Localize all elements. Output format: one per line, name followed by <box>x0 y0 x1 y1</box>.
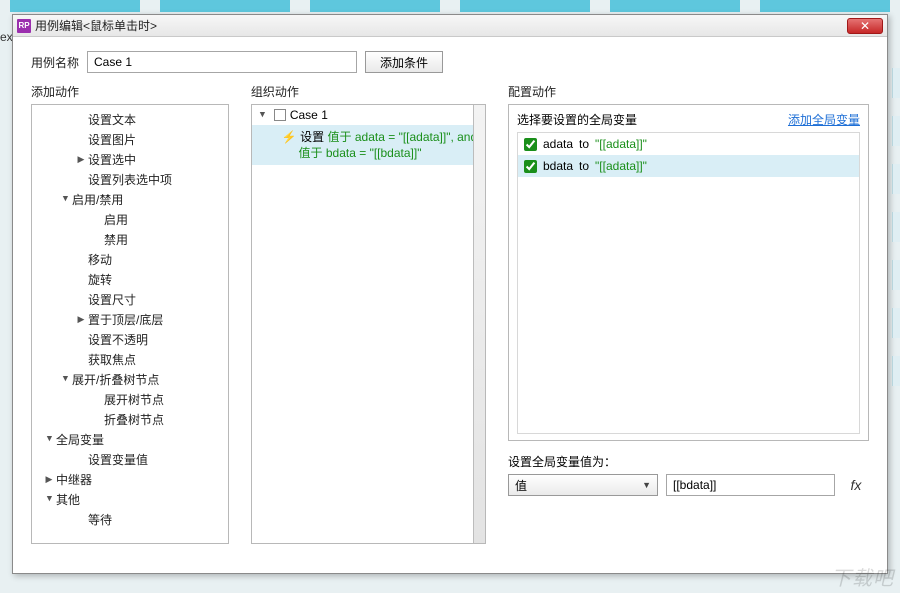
case-name-label: 用例名称 <box>31 54 79 71</box>
value-type-select[interactable]: 值 ▼ <box>508 474 658 496</box>
action-tree-item[interactable]: 设置图片 <box>32 129 228 149</box>
add-condition-button[interactable]: 添加条件 <box>365 51 443 73</box>
action-tree-item[interactable]: 旋转 <box>32 269 228 289</box>
action-tree-item[interactable]: 启用/禁用 <box>32 189 228 209</box>
dialog-window: RP 用例编辑<鼠标单击时> ✕ 用例名称 添加条件 添加动作 设置文本设置图片… <box>12 14 888 574</box>
close-icon: ✕ <box>860 19 870 33</box>
action-line1-a: 值于 <box>328 130 352 144</box>
add-global-var-link[interactable]: 添加全局变量 <box>788 111 860 128</box>
select-vars-label: 选择要设置的全局变量 <box>517 111 788 128</box>
chevron-down-icon: ▼ <box>642 480 651 490</box>
tree-item-label: 中继器 <box>56 471 92 488</box>
app-icon: RP <box>17 19 31 33</box>
var-name: bdata <box>543 159 573 173</box>
chevron-right-icon[interactable] <box>76 154 86 165</box>
action-tree-item[interactable]: 设置变量值 <box>32 449 228 469</box>
tree-item-label: 设置列表选中项 <box>88 171 172 188</box>
action-tree-item[interactable]: 禁用 <box>32 229 228 249</box>
action-tree-item[interactable]: 折叠树节点 <box>32 409 228 429</box>
chevron-right-icon[interactable] <box>76 314 86 325</box>
action-tree-item[interactable]: 设置选中 <box>32 149 228 169</box>
tree-item-label: 设置图片 <box>88 131 136 148</box>
watermark: 下载吧 <box>831 562 894 591</box>
case-name-input[interactable] <box>87 51 357 73</box>
action-line1-b: adata = "[[adata]]", and <box>355 130 477 144</box>
select-value-text: 值 <box>515 477 527 494</box>
action-tree-item[interactable]: 设置文本 <box>32 109 228 129</box>
action-tree-item[interactable]: 设置列表选中项 <box>32 169 228 189</box>
configure-title: 配置动作 <box>508 83 869 100</box>
action-tree-item[interactable]: 移动 <box>32 249 228 269</box>
close-button[interactable]: ✕ <box>847 18 883 34</box>
action-tree-item[interactable]: 中继器 <box>32 469 228 489</box>
tree-item-label: 设置选中 <box>88 151 136 168</box>
chevron-down-icon[interactable] <box>44 434 54 444</box>
tree-item-label: 展开树节点 <box>104 391 164 408</box>
var-list[interactable]: adata to "[[adata]]"bdata to "[[adata]]" <box>518 133 859 433</box>
tree-item-label: 置于顶层/底层 <box>88 311 163 328</box>
var-to: to <box>579 159 589 173</box>
tree-item-label: 启用/禁用 <box>72 191 123 208</box>
tree-item-label: 旋转 <box>88 271 112 288</box>
var-row[interactable]: bdata to "[[adata]]" <box>518 155 859 177</box>
action-tree-item[interactable]: 其他 <box>32 489 228 509</box>
add-actions-title: 添加动作 <box>31 83 229 100</box>
titlebar[interactable]: RP 用例编辑<鼠标单击时> ✕ <box>13 15 887 37</box>
tree-item-label: 折叠树节点 <box>104 411 164 428</box>
action-tree-item[interactable]: 展开/折叠树节点 <box>32 369 228 389</box>
action-tree-item[interactable]: 展开树节点 <box>32 389 228 409</box>
tree-item-label: 展开/折叠树节点 <box>72 371 159 388</box>
var-name: adata <box>543 137 573 151</box>
var-checkbox[interactable] <box>524 160 537 173</box>
tree-item-label: 移动 <box>88 251 112 268</box>
organize-title: 组织动作 <box>251 83 486 100</box>
tree-item-label: 全局变量 <box>56 431 104 448</box>
chevron-right-icon[interactable] <box>44 474 54 485</box>
var-to: to <box>579 137 589 151</box>
action-tree-item[interactable]: 全局变量 <box>32 429 228 449</box>
window-title: 用例编辑<鼠标单击时> <box>35 17 843 34</box>
chevron-down-icon[interactable] <box>44 494 54 504</box>
tree-item-label: 其他 <box>56 491 80 508</box>
tree-item-label: 等待 <box>88 511 112 528</box>
var-expr: "[[adata]]" <box>595 137 647 151</box>
action-tree-item[interactable]: 设置尺寸 <box>32 289 228 309</box>
bolt-icon: ⚡ <box>282 130 297 144</box>
tree-item-label: 设置尺寸 <box>88 291 136 308</box>
fx-button[interactable]: fx <box>843 477 869 493</box>
case-label: Case 1 <box>290 108 328 122</box>
set-value-label: 设置全局变量值为： <box>508 453 869 470</box>
case-row[interactable]: Case 1 <box>252 105 485 125</box>
tree-item-label: 禁用 <box>104 231 128 248</box>
action-tree-item[interactable]: 设置不透明 <box>32 329 228 349</box>
action-tree-item[interactable]: 置于顶层/底层 <box>32 309 228 329</box>
var-expr: "[[adata]]" <box>595 159 647 173</box>
tree-item-label: 设置变量值 <box>88 451 148 468</box>
case-name-row: 用例名称 添加条件 <box>31 51 869 73</box>
chevron-down-icon <box>258 110 268 120</box>
organize-scrollbar[interactable] <box>473 105 485 543</box>
action-line2-a: 值于 <box>299 146 323 160</box>
organize-action[interactable]: ⚡ 设置 值于 adata = "[[adata]]", and 值于 bdat… <box>252 125 485 165</box>
action-line2-b: bdata = "[[bdata]]" <box>326 146 422 160</box>
action-tree-item[interactable]: 获取焦点 <box>32 349 228 369</box>
chevron-down-icon[interactable] <box>60 194 70 204</box>
add-actions-scroll[interactable]: 设置文本设置图片设置选中设置列表选中项启用/禁用启用禁用移动旋转设置尺寸置于顶层… <box>32 105 228 543</box>
var-row[interactable]: adata to "[[adata]]" <box>518 133 859 155</box>
page-icon <box>274 109 286 121</box>
action-prefix: 设置 <box>300 130 324 144</box>
chevron-down-icon[interactable] <box>60 374 70 384</box>
right-tab-strip <box>892 60 900 563</box>
bg-label: ex <box>0 30 13 44</box>
tree-item-label: 启用 <box>104 211 128 228</box>
action-tree-item[interactable]: 启用 <box>32 209 228 229</box>
action-tree-item[interactable]: 等待 <box>32 509 228 529</box>
tree-item-label: 获取焦点 <box>88 351 136 368</box>
tree-item-label: 设置不透明 <box>88 331 148 348</box>
value-input[interactable] <box>666 474 835 496</box>
tree-item-label: 设置文本 <box>88 111 136 128</box>
var-checkbox[interactable] <box>524 138 537 151</box>
